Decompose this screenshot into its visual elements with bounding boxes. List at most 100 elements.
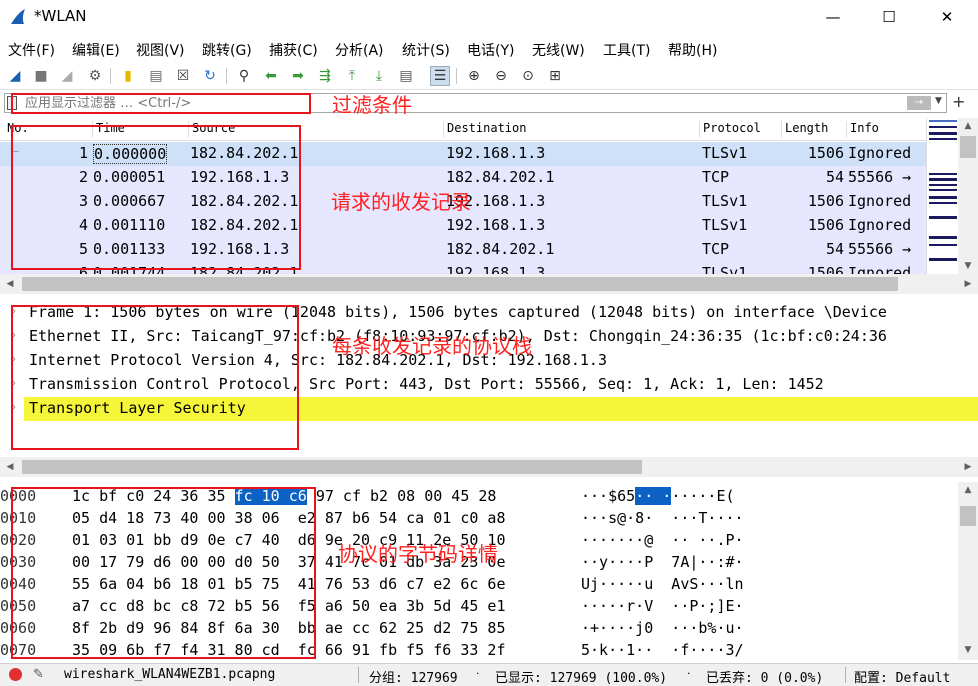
status-packets: 分组: 127969 xyxy=(369,671,458,686)
bytes-scrollbar[interactable]: ▲ ▼ xyxy=(958,482,978,660)
close-file-icon[interactable]: ☒ xyxy=(173,66,193,86)
annotation-box-packets xyxy=(11,125,301,270)
packet-list-scrollbar[interactable]: ▲ ▼ xyxy=(958,118,978,274)
restart-capture-icon[interactable]: ◢ xyxy=(57,66,77,86)
packet-length: 1506 xyxy=(807,264,844,274)
wireshark-fin-icon xyxy=(11,9,25,24)
scroll-thumb[interactable] xyxy=(960,136,976,158)
toolbar-separator xyxy=(456,68,457,84)
scroll-right-icon[interactable]: ▶ xyxy=(958,459,978,475)
packet-minimap[interactable] xyxy=(926,118,958,274)
byte-ascii: ·+····j0 ···b%·u· xyxy=(581,619,744,637)
go-last-icon[interactable]: ⤓ xyxy=(369,66,389,86)
scroll-thumb[interactable] xyxy=(22,460,642,474)
details-hscrollbar[interactable]: ◀ ▶ xyxy=(0,457,978,477)
packet-length: 1506 xyxy=(807,192,844,210)
scroll-thumb[interactable] xyxy=(960,506,976,526)
packet-destination: 192.168.1.3 xyxy=(446,216,546,234)
capture-status-icon[interactable] xyxy=(9,668,22,681)
menu-statistics[interactable]: 统计(S) xyxy=(402,40,450,60)
find-packet-icon[interactable]: ⚲ xyxy=(234,66,254,86)
column-header-length[interactable]: Length xyxy=(781,121,828,138)
packet-list-hscrollbar[interactable]: ◀ ▶ xyxy=(0,274,978,294)
menu-edit[interactable]: 编辑(E) xyxy=(72,40,120,60)
scroll-left-icon[interactable]: ◀ xyxy=(0,276,20,292)
menu-file[interactable]: 文件(F) xyxy=(8,40,55,60)
start-capture-icon[interactable]: ◢ xyxy=(5,66,25,86)
annotation-protocols-label: 每条收发记录的协议栈 xyxy=(332,334,532,358)
apply-filter-arrow-icon[interactable]: → xyxy=(907,96,931,110)
annotation-filter-label: 过滤条件 xyxy=(332,93,412,117)
toolbar-separator xyxy=(226,68,227,84)
edit-comment-icon[interactable]: ✎ xyxy=(33,667,44,682)
colorize-icon[interactable]: ☰ xyxy=(430,66,450,86)
byte-ascii: ·······@ ·· ··.P· xyxy=(581,531,744,549)
title-bar: *WLAN — ☐ ✕ xyxy=(0,0,978,34)
filter-dropdown-icon[interactable]: ▼ xyxy=(935,96,942,106)
column-header-destination[interactable]: Destination xyxy=(443,121,526,138)
close-button[interactable]: ✕ xyxy=(924,0,970,34)
packet-length: 1506 xyxy=(807,144,844,162)
menu-telephony[interactable]: 电话(Y) xyxy=(467,40,514,60)
status-bar: ✎ wireshark_WLAN4WEZB1.pcapng 分组: 127969… xyxy=(0,663,978,686)
packet-protocol: TCP xyxy=(702,240,730,258)
packet-protocol: TCP xyxy=(702,168,730,186)
menu-tools[interactable]: 工具(T) xyxy=(603,40,650,60)
packet-destination: 192.168.1.3 xyxy=(446,144,546,162)
byte-ascii: ···$65·· ······E( xyxy=(581,487,735,505)
status-separator xyxy=(845,667,846,683)
byte-ascii: ···s@·8· ···T···· xyxy=(581,509,744,527)
resize-columns-icon[interactable]: ⊞ xyxy=(545,66,565,86)
stop-capture-icon[interactable]: ■ xyxy=(31,66,51,86)
maximize-button[interactable]: ☐ xyxy=(866,0,912,34)
menu-view[interactable]: 视图(V) xyxy=(136,40,185,60)
packet-info: 55566 → xyxy=(848,168,912,186)
menu-go[interactable]: 跳转(G) xyxy=(202,40,252,60)
zoom-normal-icon[interactable]: ⊙ xyxy=(518,66,538,86)
main-toolbar: ◢ ■ ◢ ⚙ ▮ ▤ ☒ ↻ ⚲ ⬅ ➡ ⇶ ⤒ ⤓ ▤ ☰ ⊕ ⊖ ⊙ ⊞ xyxy=(0,63,978,90)
column-header-info[interactable]: Info xyxy=(846,121,879,138)
column-header-protocol[interactable]: Protocol xyxy=(699,121,761,138)
save-file-icon[interactable]: ▤ xyxy=(146,66,166,86)
autoscroll-icon[interactable]: ▤ xyxy=(396,66,416,86)
reload-file-icon[interactable]: ↻ xyxy=(200,66,220,86)
status-displayed: 已显示: 127969 (100.0%) xyxy=(495,671,668,686)
annotation-packets-label: 请求的收发记录 xyxy=(331,190,471,214)
byte-ascii: ·····r·V ··P·;]E· xyxy=(581,597,744,615)
status-dot-separator: · xyxy=(687,667,691,680)
packet-length: 54 xyxy=(825,240,844,258)
menu-analyze[interactable]: 分析(A) xyxy=(335,40,384,60)
toolbar-separator xyxy=(110,68,111,84)
scroll-up-icon[interactable]: ▲ xyxy=(958,482,978,498)
open-file-icon[interactable]: ▮ xyxy=(118,66,138,86)
menu-capture[interactable]: 捕获(C) xyxy=(269,40,318,60)
status-profile[interactable]: 配置: Default xyxy=(854,667,950,686)
zoom-out-icon[interactable]: ⊖ xyxy=(491,66,511,86)
menu-wireless[interactable]: 无线(W) xyxy=(532,40,585,60)
zoom-in-icon[interactable]: ⊕ xyxy=(464,66,484,86)
menu-help[interactable]: 帮助(H) xyxy=(668,40,717,60)
annotation-bytes-label: 协议的字节码详情 xyxy=(338,542,498,566)
packet-info: Ignored xyxy=(848,144,912,162)
go-back-icon[interactable]: ⬅ xyxy=(261,66,281,86)
packet-protocol: TLSv1 xyxy=(702,264,748,274)
packet-destination: 182.84.202.1 xyxy=(446,240,555,258)
window-title: *WLAN xyxy=(34,7,87,25)
capture-options-icon[interactable]: ⚙ xyxy=(85,66,105,86)
go-forward-icon[interactable]: ➡ xyxy=(288,66,308,86)
packet-info: 55566 → xyxy=(848,240,912,258)
scroll-down-icon[interactable]: ▼ xyxy=(958,258,978,274)
go-first-icon[interactable]: ⤒ xyxy=(342,66,362,86)
scroll-up-icon[interactable]: ▲ xyxy=(958,118,978,134)
status-separator xyxy=(358,667,359,683)
scroll-thumb[interactable] xyxy=(22,277,898,291)
add-filter-button[interactable]: + xyxy=(952,92,965,111)
status-dropped: 已丢弃: 0 (0.0%) xyxy=(706,671,824,686)
scroll-down-icon[interactable]: ▼ xyxy=(958,642,978,658)
packet-info: Ignored xyxy=(848,264,912,274)
scroll-right-icon[interactable]: ▶ xyxy=(958,276,978,292)
menu-bar: 文件(F) 编辑(E) 视图(V) 跳转(G) 捕获(C) 分析(A) 统计(S… xyxy=(0,38,978,60)
go-to-packet-icon[interactable]: ⇶ xyxy=(315,66,335,86)
scroll-left-icon[interactable]: ◀ xyxy=(0,459,20,475)
minimize-button[interactable]: — xyxy=(810,0,856,34)
